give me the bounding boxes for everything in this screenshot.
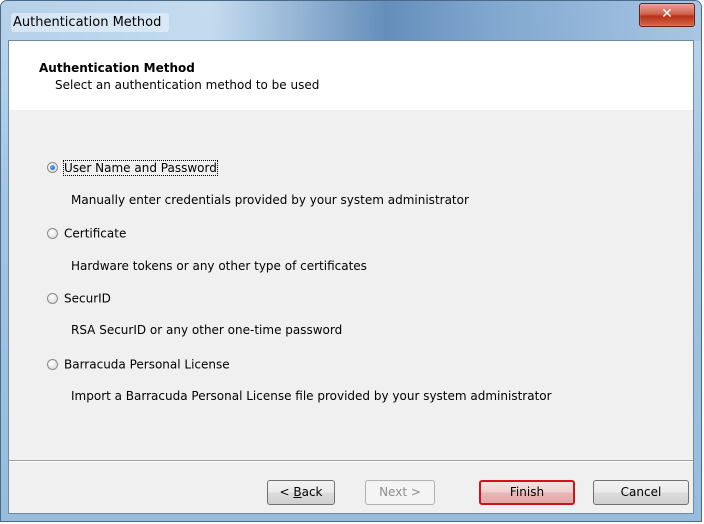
radio-button[interactable]	[47, 228, 58, 239]
back-button[interactable]: < Back	[267, 480, 335, 505]
option-label[interactable]: User Name and Password	[63, 159, 218, 176]
back-button-rest: ack	[301, 485, 323, 499]
back-button-accesskey: B	[293, 485, 302, 499]
cancel-button[interactable]: Cancel	[593, 480, 689, 505]
option-description: Import a Barracuda Personal License file…	[71, 389, 552, 403]
dialog-window: Authentication Method ✕ Authentication M…	[0, 0, 702, 522]
radio-option-username-password[interactable]: User Name and Password	[47, 159, 218, 176]
radio-option-barracuda-license[interactable]: Barracuda Personal License	[47, 357, 230, 372]
option-label[interactable]: SecurID	[64, 292, 111, 306]
radio-option-securid[interactable]: SecurID	[47, 291, 111, 306]
radio-button[interactable]	[47, 359, 58, 370]
window-title: Authentication Method	[11, 13, 170, 32]
option-description: Manually enter credentials provided by y…	[71, 193, 469, 207]
header-divider	[9, 109, 693, 110]
option-label[interactable]: Certificate	[64, 227, 126, 241]
header-panel: Authentication Method Select an authenti…	[9, 41, 693, 110]
footer-divider-highlight	[9, 461, 693, 462]
dialog-body: Authentication Method Select an authenti…	[8, 40, 694, 514]
radio-button-checked[interactable]	[47, 162, 58, 173]
page-subtitle: Select an authentication method to be us…	[55, 78, 320, 92]
radio-option-certificate[interactable]: Certificate	[47, 226, 126, 241]
option-description: RSA SecurID or any other one-time passwo…	[71, 323, 343, 337]
option-description: Hardware tokens or any other type of cer…	[71, 259, 367, 273]
next-button[interactable]: Next >	[365, 480, 435, 505]
radio-button[interactable]	[47, 293, 58, 304]
title-bar[interactable]: Authentication Method ✕	[1, 1, 701, 41]
close-button[interactable]: ✕	[639, 3, 695, 27]
finish-button[interactable]: Finish	[479, 480, 575, 505]
page-title: Authentication Method	[39, 61, 195, 75]
close-icon: ✕	[661, 6, 673, 22]
back-button-prefix: <	[279, 485, 294, 499]
option-label[interactable]: Barracuda Personal License	[64, 358, 230, 372]
